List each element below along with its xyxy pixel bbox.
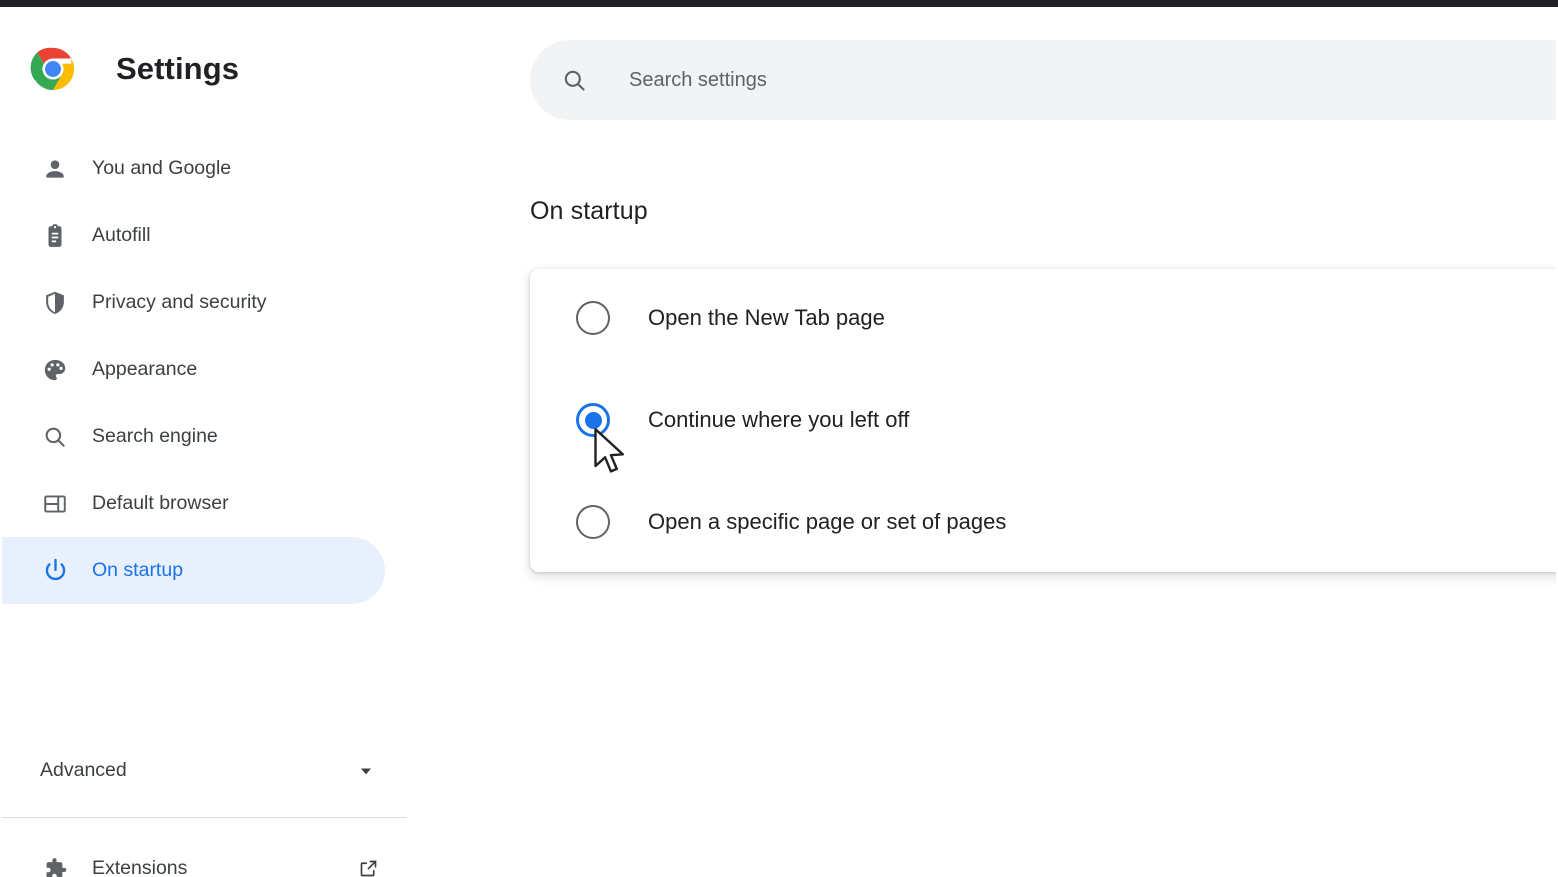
- search-icon: [40, 422, 70, 452]
- sidebar-item-label: On startup: [92, 559, 183, 582]
- sidebar-item-label: Search engine: [92, 425, 218, 448]
- radio-option-label: Continue where you left off: [648, 407, 909, 433]
- sidebar-item-label: Autofill: [92, 224, 151, 247]
- palette-icon: [40, 355, 70, 385]
- sidebar-item-label: You and Google: [92, 157, 231, 180]
- browser-window: Settings You and Google: [0, 0, 1558, 877]
- on-startup-options-card: Open the New Tab page Continue where you…: [530, 269, 1556, 572]
- sidebar-item-extensions[interactable]: Extensions: [2, 835, 407, 877]
- sidebar-item-autofill[interactable]: Autofill: [2, 202, 385, 269]
- sidebar-advanced-label: Advanced: [40, 759, 127, 782]
- settings-page-surface: Settings You and Google: [2, 7, 1556, 877]
- sidebar-item-label: Privacy and security: [92, 291, 266, 314]
- sidebar-nav: You and Google Autofill: [2, 135, 407, 604]
- sidebar-divider: [2, 817, 407, 818]
- radio-option-label: Open the New Tab page: [648, 305, 885, 331]
- radio-option-label: Open a specific page or set of pages: [648, 509, 1006, 535]
- radio-option-new-tab-page[interactable]: Open the New Tab page: [530, 284, 1556, 352]
- sidebar-item-search-engine[interactable]: Search engine: [2, 403, 385, 470]
- search-input[interactable]: [629, 60, 1556, 100]
- search-settings-bar[interactable]: [530, 40, 1556, 120]
- shield-icon: [40, 288, 70, 318]
- sidebar-item-label: Default browser: [92, 492, 229, 515]
- sidebar-item-label: Extensions: [92, 857, 187, 877]
- brand-header: Settings: [2, 33, 239, 105]
- search-icon: [560, 66, 588, 94]
- radio-option-specific-pages[interactable]: Open a specific page or set of pages: [530, 488, 1556, 556]
- browser-window-icon: [40, 489, 70, 519]
- settings-sidebar: Settings You and Google: [2, 7, 407, 877]
- sidebar-item-default-browser[interactable]: Default browser: [2, 470, 385, 537]
- clipboard-icon: [40, 221, 70, 251]
- person-icon: [40, 154, 70, 184]
- section-title-on-startup: On startup: [530, 197, 648, 226]
- puzzle-piece-icon: [40, 854, 70, 877]
- radio-button-unselected-icon[interactable]: [576, 505, 610, 539]
- sidebar-item-privacy-and-security[interactable]: Privacy and security: [2, 269, 385, 336]
- sidebar-advanced-toggle[interactable]: Advanced: [2, 737, 407, 804]
- sidebar-item-appearance[interactable]: Appearance: [2, 336, 385, 403]
- radio-button-unselected-icon[interactable]: [576, 301, 610, 335]
- sidebar-item-label: Appearance: [92, 358, 197, 381]
- power-icon: [40, 556, 70, 586]
- radio-option-continue-where-left-off[interactable]: Continue where you left off: [530, 386, 1556, 454]
- open-in-new-icon: [357, 858, 379, 877]
- chevron-down-icon: [355, 760, 377, 782]
- radio-button-selected-icon[interactable]: [576, 403, 610, 437]
- chrome-logo-icon: [30, 46, 76, 92]
- settings-main-content: On startup Open the New Tab page Continu…: [407, 7, 1556, 877]
- browser-chrome-strip: [0, 0, 1558, 7]
- sidebar-item-you-and-google[interactable]: You and Google: [2, 135, 385, 202]
- sidebar-item-on-startup[interactable]: On startup: [2, 537, 385, 604]
- page-title: Settings: [116, 51, 239, 87]
